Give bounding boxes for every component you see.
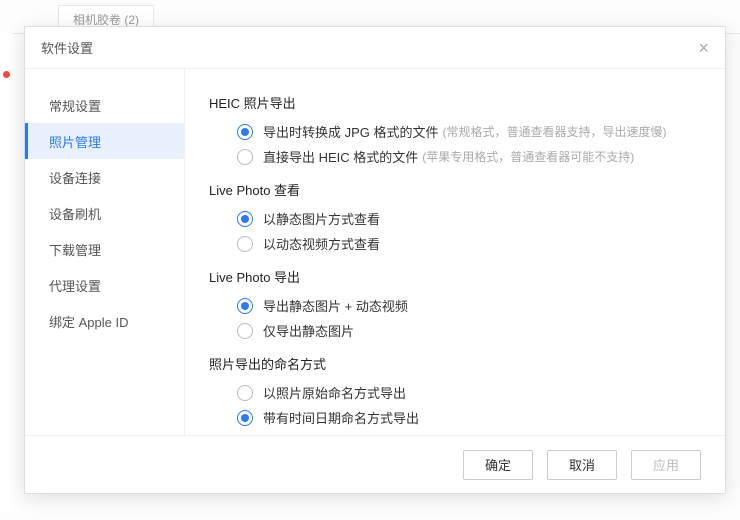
radio-icon[interactable] xyxy=(237,236,253,252)
option-hint: (苹果专用格式，普通查看器可能不支持) xyxy=(422,148,634,165)
sidebar-item-label: 常规设置 xyxy=(49,96,101,115)
liveview-option-video[interactable]: 以动态视频方式查看 xyxy=(237,234,701,253)
sidebar-item-proxy[interactable]: 代理设置 xyxy=(25,267,184,303)
sidebar-item-label: 设备连接 xyxy=(49,168,101,187)
section-title: 照片导出的命名方式 xyxy=(209,354,701,373)
dialog-body: 常规设置 照片管理 设备连接 设备刷机 下载管理 代理设置 绑定 Apple I… xyxy=(25,69,725,435)
bg-left-strip xyxy=(0,33,13,513)
ok-button[interactable]: 确定 xyxy=(463,450,533,480)
sidebar-item-appleid[interactable]: 绑定 Apple ID xyxy=(25,303,184,339)
section-title: HEIC 照片导出 xyxy=(209,93,701,112)
radio-icon[interactable] xyxy=(237,323,253,339)
option-label: 仅导出静态图片 xyxy=(263,321,354,340)
sidebar-item-general[interactable]: 常规设置 xyxy=(25,87,184,123)
sidebar: 常规设置 照片管理 设备连接 设备刷机 下载管理 代理设置 绑定 Apple I… xyxy=(25,69,185,435)
liveexport-option-both[interactable]: 导出静态图片 + 动态视频 xyxy=(237,296,701,315)
radio-icon[interactable] xyxy=(237,298,253,314)
dialog-footer: 确定 取消 应用 xyxy=(25,435,725,493)
option-label: 以动态视频方式查看 xyxy=(263,234,380,253)
section-live-export: Live Photo 导出 导出静态图片 + 动态视频 仅导出静态图片 xyxy=(209,267,701,340)
section-naming: 照片导出的命名方式 以照片原始命名方式导出 带有时间日期命名方式导出 xyxy=(209,354,701,427)
dialog-title: 软件设置 xyxy=(41,38,93,57)
close-icon[interactable]: × xyxy=(698,39,709,57)
liveview-option-static[interactable]: 以静态图片方式查看 xyxy=(237,209,701,228)
apply-button: 应用 xyxy=(631,450,701,480)
section-heic: HEIC 照片导出 导出时转换成 JPG 格式的文件 (常规格式，普通查看器支持… xyxy=(209,93,701,166)
radio-icon[interactable] xyxy=(237,149,253,165)
option-label: 带有时间日期命名方式导出 xyxy=(263,408,419,427)
sidebar-item-download[interactable]: 下载管理 xyxy=(25,231,184,267)
liveexport-option-static[interactable]: 仅导出静态图片 xyxy=(237,321,701,340)
cancel-button[interactable]: 取消 xyxy=(547,450,617,480)
radio-icon[interactable] xyxy=(237,211,253,227)
option-label: 以静态图片方式查看 xyxy=(263,209,380,228)
naming-option-original[interactable]: 以照片原始命名方式导出 xyxy=(237,383,701,402)
section-title: Live Photo 导出 xyxy=(209,267,701,286)
heic-option-jpg[interactable]: 导出时转换成 JPG 格式的文件 (常规格式，普通查看器支持，导出速度慢) xyxy=(237,122,701,141)
sidebar-item-label: 设备刷机 xyxy=(49,204,101,223)
option-label: 以照片原始命名方式导出 xyxy=(263,383,406,402)
heic-option-heic[interactable]: 直接导出 HEIC 格式的文件 (苹果专用格式，普通查看器可能不支持) xyxy=(237,147,701,166)
dialog-header: 软件设置 × xyxy=(25,27,725,69)
sidebar-item-label: 代理设置 xyxy=(49,276,101,295)
option-label: 导出静态图片 + 动态视频 xyxy=(263,296,408,315)
radio-icon[interactable] xyxy=(237,385,253,401)
sidebar-item-photo[interactable]: 照片管理 xyxy=(25,123,184,159)
section-live-view: Live Photo 查看 以静态图片方式查看 以动态视频方式查看 xyxy=(209,180,701,253)
radio-icon[interactable] xyxy=(237,410,253,426)
red-dot-icon xyxy=(3,71,10,78)
sidebar-item-label: 照片管理 xyxy=(49,132,101,151)
sidebar-item-label: 绑定 Apple ID xyxy=(49,312,128,331)
naming-option-datetime[interactable]: 带有时间日期命名方式导出 xyxy=(237,408,701,427)
option-hint: (常规格式，普通查看器支持，导出速度慢) xyxy=(443,123,667,140)
section-title: Live Photo 查看 xyxy=(209,180,701,199)
content-panel: HEIC 照片导出 导出时转换成 JPG 格式的文件 (常规格式，普通查看器支持… xyxy=(185,69,725,435)
sidebar-item-label: 下载管理 xyxy=(49,240,101,259)
option-label: 直接导出 HEIC 格式的文件 xyxy=(263,147,418,166)
sidebar-item-device-flash[interactable]: 设备刷机 xyxy=(25,195,184,231)
sidebar-item-device-connect[interactable]: 设备连接 xyxy=(25,159,184,195)
radio-icon[interactable] xyxy=(237,124,253,140)
settings-dialog: 软件设置 × 常规设置 照片管理 设备连接 设备刷机 下载管理 代理设置 绑定 … xyxy=(24,26,726,494)
option-label: 导出时转换成 JPG 格式的文件 xyxy=(263,122,439,141)
